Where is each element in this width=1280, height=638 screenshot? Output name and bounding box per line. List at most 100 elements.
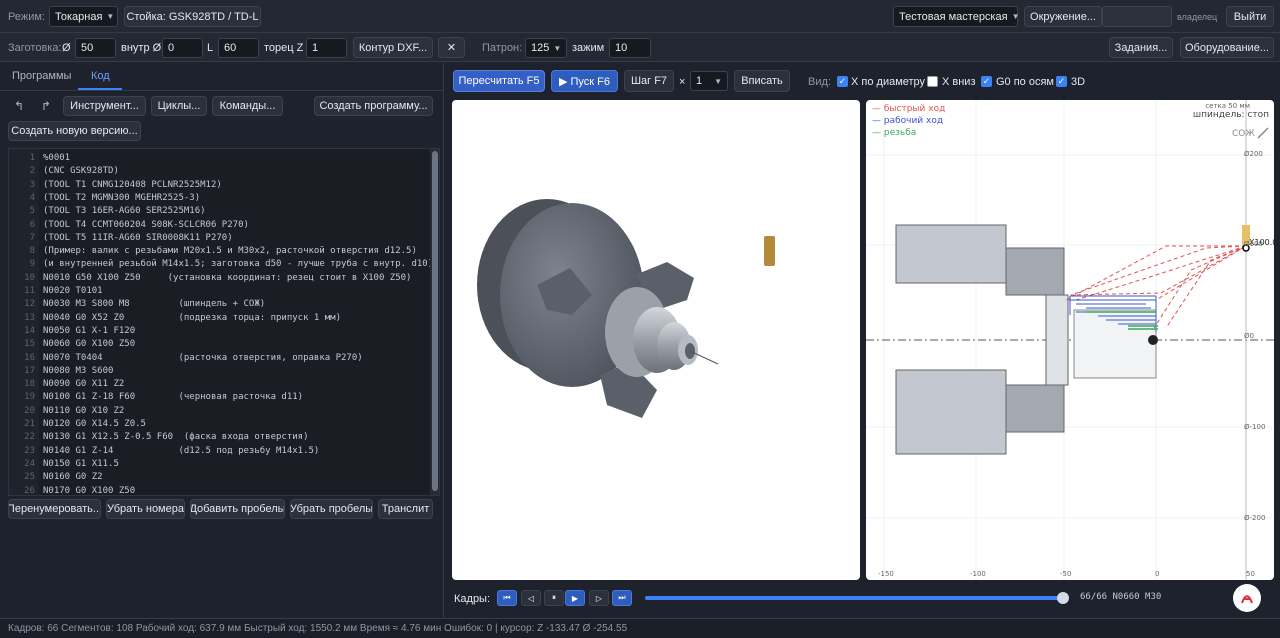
code-line-text[interactable]: (CNC GSK928TD)	[43, 166, 119, 176]
x-tick-label: -150	[878, 570, 894, 578]
code-line-text[interactable]: N0060 G0 X100 Z50	[43, 339, 135, 349]
frame-slider-fill	[645, 596, 1065, 600]
pdf-icon	[1241, 595, 1253, 604]
code-line-text[interactable]: N0050 G1 X-1 F120	[43, 326, 135, 336]
code-line-text[interactable]: (и внутренней резьбой M14x1.5; заготовка…	[43, 259, 433, 269]
view-3d[interactable]	[452, 100, 860, 580]
redo-icon[interactable]: ↱	[41, 99, 51, 113]
workshop-select[interactable]: Тестовая мастерская ▼	[893, 6, 1019, 27]
code-line-text[interactable]: N0130 G1 X12.5 Z-0.5 F60 (фаска входа от…	[43, 432, 309, 442]
tools-button[interactable]: Инструмент...	[63, 96, 146, 116]
code-line-text[interactable]: N0160 G0 Z2	[43, 472, 103, 482]
code-line-number: 25	[24, 472, 35, 483]
code-line-text[interactable]: (Пример: валик с резьбами M20x1.5 и M30x…	[43, 246, 417, 256]
chuck-select[interactable]: 125 ▼	[525, 38, 567, 58]
code-line-text[interactable]: N0090 G0 X11 Z2	[43, 379, 124, 389]
pdf-export-icon[interactable]	[1233, 584, 1261, 612]
last-frame-icon[interactable]: ⏭	[612, 590, 632, 606]
commands-button[interactable]: Команды...	[212, 96, 283, 116]
fit-button[interactable]: Вписать	[734, 70, 790, 92]
code-line-text[interactable]: (TOOL T5 11IR-AG60 SIR0008K11 P270)	[43, 233, 233, 243]
jaw-lower	[895, 369, 1007, 455]
x-tick-label: 50	[1246, 570, 1255, 578]
renumber-button[interactable]: Перенумеровать...	[8, 499, 101, 519]
code-scrollbar[interactable]	[430, 149, 439, 495]
code-line-number: 17	[24, 365, 35, 376]
add-spaces-button[interactable]: Добавить пробелы	[190, 499, 285, 519]
legend-work: — рабочий ход	[872, 116, 943, 126]
g0-checkbox[interactable]: ✓	[981, 76, 992, 87]
pause-icon[interactable]: ⏸	[544, 590, 564, 606]
xdia-label: X по диаметру	[851, 76, 926, 88]
3d-checkbox[interactable]: ✓	[1056, 76, 1067, 87]
contour-dxf-button[interactable]: Контур DXF...	[353, 37, 433, 58]
translit-button[interactable]: Транслит	[378, 499, 433, 519]
xdia-checkbox[interactable]: ✓	[837, 76, 848, 87]
code-line-text[interactable]: N0010 G50 X100 Z50 (установка координат:…	[43, 273, 411, 283]
undo-icon[interactable]: ↰	[14, 99, 24, 113]
next-frame-icon[interactable]: ▷	[589, 590, 609, 606]
code-line-text[interactable]: N0110 G0 X10 Z2	[43, 406, 124, 416]
first-frame-icon[interactable]: ⏮	[497, 590, 517, 606]
code-line-number: 12	[24, 299, 35, 310]
tab-programs[interactable]: Программы	[12, 70, 71, 82]
frame-slider-thumb[interactable]	[1057, 592, 1069, 604]
code-line-text[interactable]: N0070 T0404 (расточка отверстия, оправка…	[43, 353, 363, 363]
code-line-text[interactable]: N0040 G0 X52 Z0 (подрезка торца: припуск…	[43, 313, 341, 323]
exit-button[interactable]: Выйти	[1226, 6, 1274, 27]
create-program-button[interactable]: Создать программу...	[314, 96, 433, 116]
equipment-button[interactable]: Оборудование...	[1180, 37, 1274, 58]
inner-diameter-input[interactable]: 0	[162, 38, 203, 58]
legend-thread: — резьба	[872, 128, 916, 138]
code-line-text[interactable]: N0020 T0101	[43, 286, 103, 296]
prev-frame-icon[interactable]: ◁	[521, 590, 541, 606]
step-button[interactable]: Шаг F7	[624, 70, 674, 92]
code-line-text[interactable]: N0140 G1 Z-14 (d12.5 под резьбу M14x1.5)	[43, 446, 319, 456]
code-line-text[interactable]: (TOOL T4 CCMT060204 S08K-SCLCR06 P270)	[43, 220, 249, 230]
mode-value: Токарная	[55, 10, 103, 23]
frame-slider[interactable]	[645, 592, 1069, 604]
blank-label: Заготовка:	[8, 42, 62, 54]
close-icon[interactable]: ✕	[438, 37, 465, 58]
run-button[interactable]: ▶ Пуск F6	[551, 70, 618, 92]
code-line-text[interactable]: N0170 G0 X100 Z50	[43, 486, 135, 496]
code-line-text[interactable]: N0080 M3 S600	[43, 366, 113, 376]
inner-label: внутр Ø	[121, 42, 162, 54]
view-2d[interactable]: — быстрый ход — рабочий ход — резьба сет…	[866, 100, 1274, 580]
length-input[interactable]: 60	[218, 38, 259, 58]
environment-button[interactable]: Окружение...	[1024, 6, 1102, 27]
remove-spaces-button[interactable]: Убрать пробелы	[290, 499, 373, 519]
step-count-select[interactable]: 1 ▼	[690, 71, 728, 91]
code-line-number: 23	[24, 445, 35, 456]
code-line-text[interactable]: N0030 M3 S800 M8 (шпиндель + СОЖ)	[43, 299, 265, 309]
chevron-down-icon: ▼	[553, 43, 562, 53]
recalc-button[interactable]: Пересчитать F5	[453, 70, 545, 92]
code-line-text[interactable]: %0001	[43, 153, 70, 163]
code-line-text[interactable]: (TOOL T1 CNMG120408 PCLNR2525M12)	[43, 180, 222, 190]
tab-code[interactable]: Код	[91, 70, 110, 82]
code-line-text[interactable]: N0120 G0 X14.5 Z0.5	[43, 419, 146, 429]
clamp-input[interactable]: 10	[609, 38, 651, 58]
tasks-button[interactable]: Задания...	[1109, 37, 1173, 58]
clamp-label: зажим	[572, 42, 605, 54]
blank-diameter-input[interactable]: 50	[75, 38, 116, 58]
cycles-button[interactable]: Циклы...	[151, 96, 207, 116]
owner-field[interactable]	[1102, 6, 1172, 27]
new-version-button[interactable]: Создать новую версию...	[8, 121, 141, 141]
code-scrollbar-thumb[interactable]	[432, 151, 438, 491]
play-icon[interactable]: ▶	[565, 590, 585, 606]
xdown-checkbox[interactable]	[927, 76, 938, 87]
y-tick-label: Ø-200	[1244, 514, 1265, 522]
code-line-text[interactable]: N0150 G1 X11.5	[43, 459, 119, 469]
remove-numbers-button[interactable]: Убрать номера	[106, 499, 185, 519]
code-line-text[interactable]: (TOOL T2 MGMN300 MGEHR2525-3)	[43, 193, 200, 203]
code-line-text[interactable]: (TOOL T3 16ER-AG60 SER2525M16)	[43, 206, 206, 216]
3d-label: 3D	[1071, 76, 1086, 88]
code-line-text[interactable]: N0100 G1 Z-18 F60 (черновая расточка d11…	[43, 392, 303, 402]
machine-button[interactable]: Стойка: GSK928TD / TD-L	[124, 6, 261, 27]
code-editor[interactable]: 1 %0001 2 (CNC GSK928TD) 3 (TOOL T1 CNMG12040…	[8, 148, 440, 496]
face-z-input[interactable]: 1	[306, 38, 347, 58]
code-line-number: 18	[24, 379, 35, 390]
mode-select[interactable]: Токарная ▼	[49, 6, 118, 27]
x-tick-label: -100	[970, 570, 986, 578]
